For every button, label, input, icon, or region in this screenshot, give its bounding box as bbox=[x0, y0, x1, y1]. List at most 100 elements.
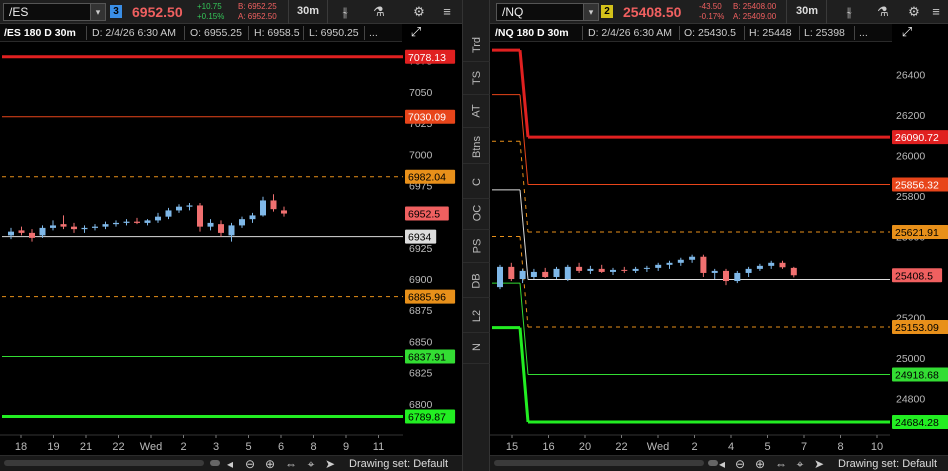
bar-low: L: 6950.25 bbox=[309, 27, 359, 39]
symbol-dropdown-icon[interactable]: ▾ bbox=[90, 3, 106, 21]
expand-chart-icon[interactable]: ⤢ bbox=[898, 24, 916, 40]
candle-body bbox=[790, 267, 797, 276]
symbol-dropdown-icon[interactable]: ▾ bbox=[583, 3, 599, 21]
candle-body bbox=[768, 262, 775, 266]
level-tag-label: 6789.87 bbox=[408, 411, 446, 423]
side-tab-db[interactable]: DB bbox=[463, 264, 491, 298]
symbol-input[interactable]: /ES bbox=[3, 3, 91, 21]
timeframe-button[interactable]: 30m bbox=[796, 5, 818, 17]
candle-body bbox=[576, 266, 583, 271]
side-tab-n[interactable]: N bbox=[463, 330, 491, 364]
scroll-left-icon[interactable]: ◂ bbox=[714, 456, 730, 471]
studies-flask-icon[interactable]: ⚗ bbox=[874, 4, 892, 20]
level-line-step bbox=[519, 189, 529, 280]
side-tab-l2[interactable]: L2 bbox=[463, 299, 491, 333]
candle-body bbox=[50, 225, 56, 228]
info-divider bbox=[744, 26, 745, 40]
candle-body bbox=[745, 268, 752, 273]
drawing-set-label[interactable]: Drawing set: Default bbox=[838, 458, 937, 470]
timeframe-button[interactable]: 30m bbox=[297, 5, 319, 17]
zoom-in-icon[interactable]: ⊕ bbox=[752, 456, 768, 471]
side-tab-ps[interactable]: PS bbox=[463, 229, 491, 263]
candle-style-icon[interactable]: ⫳ bbox=[336, 4, 354, 20]
horizontal-scrollbar[interactable] bbox=[4, 460, 204, 466]
x-tick-label: 2 bbox=[691, 441, 697, 453]
candle-body bbox=[218, 224, 224, 233]
zoom-out-icon[interactable]: ⊖ bbox=[242, 456, 258, 471]
bar-date: D: 2/4/26 6:30 AM bbox=[588, 27, 673, 39]
chart-area[interactable]: 2480025000252002540025600258002600026200… bbox=[490, 42, 948, 455]
side-tab-trd[interactable]: Trd bbox=[463, 28, 491, 62]
link-badge[interactable]: 3 bbox=[110, 5, 122, 18]
side-tab-at[interactable]: AT bbox=[463, 94, 491, 128]
level-tag-label: 25621.91 bbox=[895, 227, 939, 239]
crosshair-icon[interactable]: ⌖ bbox=[303, 456, 319, 471]
scroll-left-icon[interactable]: ◂ bbox=[222, 456, 238, 471]
y-tick-label: 6825 bbox=[409, 368, 433, 380]
expand-chart-icon[interactable]: ⤢ bbox=[407, 24, 425, 40]
candle-body bbox=[666, 262, 673, 265]
last-price-tag-label: 6952.5 bbox=[408, 209, 440, 221]
level-tag-label: 6982.04 bbox=[408, 172, 446, 184]
x-tick-label: 19 bbox=[47, 441, 59, 453]
info-divider bbox=[582, 26, 583, 40]
more-info[interactable]: ... bbox=[369, 27, 378, 39]
chart-info-bar: /ES 180 D 30m D: 2/4/26 6:30 AM O: 6955.… bbox=[0, 24, 402, 42]
more-info[interactable]: ... bbox=[859, 27, 868, 39]
candle-body bbox=[228, 225, 235, 236]
settings-gear-icon[interactable]: ⚙ bbox=[410, 4, 428, 20]
zoom-in-icon[interactable]: ⊕ bbox=[262, 456, 278, 471]
x-tick-label: 8 bbox=[310, 441, 316, 453]
crosshair-icon[interactable]: ⌖ bbox=[792, 456, 808, 471]
side-tab-btns[interactable]: Btns bbox=[463, 130, 491, 164]
bar-high: H: 25448 bbox=[749, 27, 792, 39]
last-price-tag-label: 25408.5 bbox=[895, 270, 933, 282]
symbol-input[interactable]: /NQ bbox=[496, 3, 584, 21]
candle-body bbox=[186, 205, 193, 207]
chart-area[interactable]: 6800682568506875690069256950697570007025… bbox=[0, 42, 462, 455]
pointer-icon[interactable]: ➤ bbox=[322, 456, 338, 471]
pan-arrows-icon[interactable]: ⇔ bbox=[773, 456, 789, 471]
side-tabs: Trd TS AT Btns C OC PS DB L2 N bbox=[462, 0, 491, 471]
side-tab-oc[interactable]: OC bbox=[463, 196, 491, 230]
x-tick-label: 20 bbox=[579, 441, 591, 453]
menu-icon[interactable]: ≡ bbox=[438, 4, 456, 20]
drawing-set-label[interactable]: Drawing set: Default bbox=[349, 458, 448, 470]
candle-style-icon[interactable]: ⫳ bbox=[840, 4, 858, 20]
studies-flask-icon[interactable]: ⚗ bbox=[370, 4, 388, 20]
level-tag-label: 6837.91 bbox=[408, 352, 446, 364]
link-badge[interactable]: 2 bbox=[601, 5, 613, 18]
chart-pane-nq: /NQ ▾ 2 25408.50 -43.50 -0.17% B: 25408.… bbox=[490, 0, 948, 471]
pan-arrows-icon[interactable]: ⇔ bbox=[283, 456, 299, 471]
candle-body bbox=[508, 266, 515, 280]
side-tab-c[interactable]: C bbox=[463, 165, 491, 199]
candle-body bbox=[29, 232, 35, 238]
bid-ask: B: 25408.00 A: 25409.00 bbox=[733, 2, 776, 22]
chart-toolbar: /ES ▾ 3 6952.50 +10.75 +0.15% B: 6952.25… bbox=[0, 0, 462, 24]
scroll-thumb[interactable] bbox=[210, 460, 220, 466]
candle-body bbox=[197, 205, 203, 227]
horizontal-scrollbar[interactable] bbox=[494, 460, 704, 466]
settings-gear-icon[interactable]: ⚙ bbox=[905, 4, 923, 20]
level-tag-label: 25153.09 bbox=[895, 322, 939, 334]
net-change-value: -43.50 bbox=[699, 2, 722, 11]
candle-body bbox=[598, 268, 605, 272]
x-tick-label: 3 bbox=[213, 441, 219, 453]
candle-body bbox=[92, 226, 98, 228]
level-tag-label: 24684.28 bbox=[895, 417, 939, 429]
x-tick-label: Wed bbox=[647, 441, 669, 453]
candle-body bbox=[689, 256, 696, 260]
pointer-icon[interactable]: ➤ bbox=[811, 456, 827, 471]
candle-body bbox=[113, 222, 119, 225]
info-divider bbox=[184, 26, 185, 40]
side-tab-ts[interactable]: TS bbox=[463, 61, 491, 95]
zoom-out-icon[interactable]: ⊖ bbox=[732, 456, 748, 471]
level-tag-label: 7078.13 bbox=[408, 52, 446, 64]
y-tick-label: 26400 bbox=[896, 69, 925, 81]
candle-body bbox=[734, 272, 741, 282]
info-divider bbox=[679, 26, 680, 40]
x-tick-label: 10 bbox=[871, 441, 883, 453]
menu-icon[interactable]: ≡ bbox=[927, 4, 945, 20]
side-tab-label: AT bbox=[471, 103, 483, 118]
candle-body bbox=[700, 256, 707, 273]
